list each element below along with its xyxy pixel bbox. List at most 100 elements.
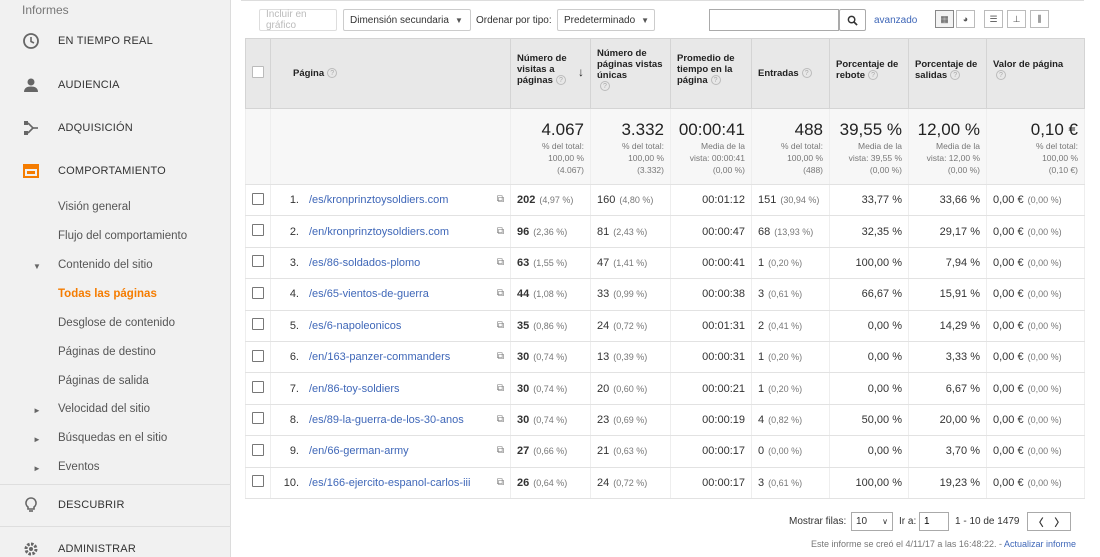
row-checkbox[interactable]: [252, 224, 264, 237]
nav-behavior[interactable]: COMPORTAMIENTO: [0, 156, 231, 186]
unique-cell: 160 (4,80 %): [590, 184, 671, 217]
help-icon[interactable]: ?: [868, 70, 879, 81]
sort-type-dropdown[interactable]: Predeterminado ▼: [557, 9, 655, 31]
help-icon[interactable]: ?: [801, 68, 812, 79]
pie-view-button[interactable]: ◕: [956, 10, 975, 28]
external-link-icon[interactable]: ⧉: [497, 477, 504, 488]
help-icon[interactable]: ?: [710, 75, 721, 86]
total-note: (0,00 %): [869, 165, 902, 175]
page-link[interactable]: /en/kronprinztoysoldiers.com: [309, 226, 449, 238]
external-link-icon[interactable]: ⧉: [497, 257, 504, 268]
sidebar-item-overview[interactable]: Visión general: [58, 201, 131, 213]
column-header-page-value[interactable]: Valor de página?: [986, 38, 1085, 109]
sidebar-item-site-content[interactable]: Contenido del sitio: [58, 259, 153, 271]
table-header-row: Página? Número de visitas a páginas? ↓ Nú…: [245, 38, 1085, 109]
row-checkbox[interactable]: [252, 192, 264, 205]
table-view-button[interactable]: ▦: [935, 10, 954, 28]
nav-realtime[interactable]: EN TIEMPO REAL: [0, 26, 231, 56]
help-icon[interactable]: ?: [950, 70, 961, 81]
comparison-view-button[interactable]: ⊥: [1007, 10, 1026, 28]
sidebar-item-site-speed[interactable]: Velocidad del sitio: [58, 403, 150, 415]
pageviews-value: 26: [517, 476, 530, 489]
help-icon[interactable]: ?: [327, 68, 338, 79]
column-header-avg-time[interactable]: Promedio de tiempo en la página?: [670, 38, 752, 109]
external-link-icon[interactable]: ⧉: [497, 351, 504, 362]
bounce-cell: 0,00 %: [829, 372, 909, 405]
column-header-page[interactable]: Página?: [270, 38, 511, 109]
unique-pct: (0,39 %): [613, 352, 648, 363]
column-header-pageviews[interactable]: Número de visitas a páginas? ↓: [510, 38, 591, 109]
select-all-checkbox[interactable]: [252, 66, 264, 78]
sidebar-item-landing-pages[interactable]: Páginas de destino: [58, 346, 156, 358]
page-link[interactable]: /en/163-panzer-commanders: [309, 351, 450, 363]
help-icon[interactable]: ?: [996, 70, 1006, 81]
refresh-report-link[interactable]: Actualizar informe: [1004, 539, 1076, 549]
page-link[interactable]: /en/66-german-army: [309, 445, 409, 457]
row-checkbox[interactable]: [252, 412, 264, 425]
table-search-input[interactable]: [709, 9, 839, 31]
help-icon[interactable]: ?: [555, 75, 566, 86]
goto-page-input[interactable]: [919, 512, 949, 531]
entrances-pct: (30,94 %): [780, 195, 820, 206]
column-header-entrances-label: Entradas: [758, 68, 799, 79]
sidebar-item-content-drilldown[interactable]: Desglose de contenido: [58, 317, 175, 329]
page-link[interactable]: /es/6-napoleonicos: [309, 320, 401, 332]
row-checkbox[interactable]: [252, 255, 264, 268]
next-page-button[interactable]: 〉: [1055, 514, 1065, 529]
page-value-pct: (0,00 %): [1027, 383, 1062, 394]
nav-admin[interactable]: ADMINISTRAR: [0, 534, 231, 557]
row-checkbox[interactable]: [252, 381, 264, 394]
bounce-cell: 50,00 %: [829, 404, 909, 437]
column-header-bounce-rate[interactable]: Porcentaje de rebote?: [829, 38, 909, 109]
rows-per-page-select[interactable]: 10 ∨: [851, 512, 893, 531]
external-link-icon[interactable]: ⧉: [497, 414, 504, 425]
total-note: (0,00 %): [947, 165, 980, 175]
page-link[interactable]: /es/166-ejercito-espanol-carlos-iii: [309, 477, 470, 489]
sidebar-item-all-pages[interactable]: Todas las páginas: [58, 288, 157, 300]
external-link-icon[interactable]: ⧉: [497, 445, 504, 456]
row-checkbox[interactable]: [252, 475, 264, 488]
row-checkbox[interactable]: [252, 286, 264, 299]
sidebar-item-events[interactable]: Eventos: [58, 461, 100, 473]
pageviews-cell: 96 (2,36 %): [510, 215, 591, 248]
external-link-icon[interactable]: ⧉: [497, 288, 504, 299]
secondary-dimension-dropdown[interactable]: Dimensión secundaria ▼: [343, 9, 471, 31]
row-checkbox[interactable]: [252, 443, 264, 456]
previous-page-button[interactable]: 〈: [1034, 514, 1044, 529]
row-checkbox[interactable]: [252, 349, 264, 362]
column-header-unique-pageviews[interactable]: Número de páginas vistas únicas?: [590, 38, 671, 109]
nav-acquisition[interactable]: ADQUISICIÓN: [0, 113, 231, 143]
page-link[interactable]: /es/89-la-guerra-de-los-30-anos: [309, 414, 464, 426]
page-link[interactable]: /en/86-toy-soldiers: [309, 383, 400, 395]
total-value: 3.332: [621, 120, 664, 139]
help-icon[interactable]: ?: [600, 81, 610, 92]
include-chart-button[interactable]: Incluir en gráfico: [259, 9, 337, 31]
row-checkbox[interactable]: [252, 318, 264, 331]
external-link-icon[interactable]: ⧉: [497, 383, 504, 394]
row-number: 5.: [289, 319, 299, 332]
page-link[interactable]: /es/86-soldados-plomo: [309, 257, 420, 269]
entrances-value: 0: [758, 445, 765, 458]
page-cell: 1. /es/kronprinztoysoldiers.com ⧉: [270, 184, 511, 217]
column-header-exit-rate[interactable]: Porcentaje de salidas?: [908, 38, 987, 109]
external-link-icon[interactable]: ⧉: [497, 320, 504, 331]
advanced-link[interactable]: avanzado: [874, 15, 917, 26]
column-header-entrances[interactable]: Entradas?: [751, 38, 830, 109]
sidebar-item-behavior-flow[interactable]: Flujo del comportamiento: [58, 230, 187, 242]
sidebar-item-site-search[interactable]: Búsquedas en el sitio: [58, 432, 167, 444]
row-select-cell: [245, 404, 271, 437]
sidebar-item-exit-pages[interactable]: Páginas de salida: [58, 375, 149, 387]
external-link-icon[interactable]: ⧉: [497, 226, 504, 237]
pivot-view-button[interactable]: ⫼: [1030, 10, 1049, 28]
search-button[interactable]: [839, 9, 866, 31]
page-link[interactable]: /es/65-vientos-de-guerra: [309, 288, 429, 300]
total-note: (3.332): [637, 165, 664, 175]
nav-audience[interactable]: AUDIENCIA: [0, 70, 231, 100]
performance-view-button[interactable]: ☰: [984, 10, 1003, 28]
entrances-value: 3: [758, 476, 765, 489]
nav-discover[interactable]: DESCUBRIR: [0, 490, 231, 520]
total-note: vista: 00:00:41: [689, 153, 745, 163]
page-link[interactable]: /es/kronprinztoysoldiers.com: [309, 194, 448, 206]
unique-cell: 20 (0,60 %): [590, 372, 671, 405]
external-link-icon[interactable]: ⧉: [497, 194, 504, 205]
